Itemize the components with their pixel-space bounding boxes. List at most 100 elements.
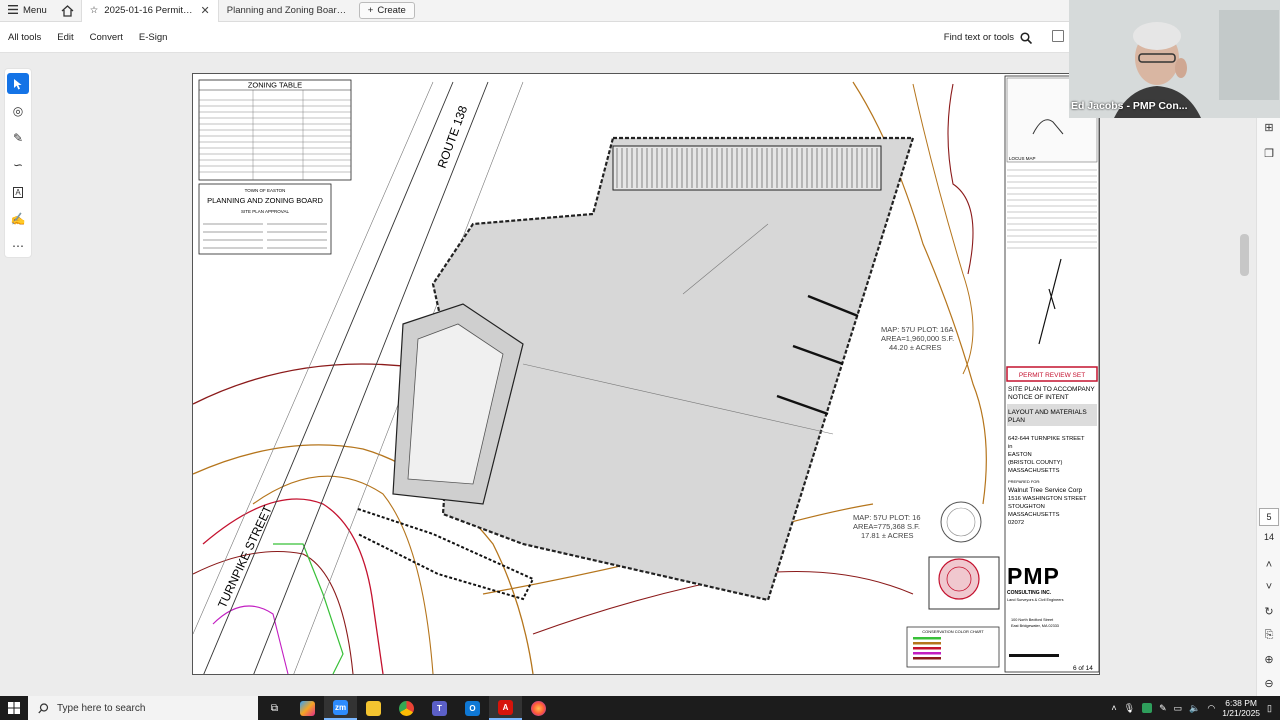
draw-tool-button[interactable]: ✎ — [7, 127, 29, 148]
task-view-button[interactable]: ⧉ — [258, 696, 291, 720]
folder-icon — [366, 700, 381, 716]
company-address1: 100 North Bedford Street — [1011, 618, 1054, 622]
home-button[interactable] — [55, 0, 81, 22]
chevron-down-icon[interactable]: ˅ — [1262, 580, 1276, 594]
find-label: Find text or tools — [943, 32, 1014, 43]
tab-bar: Menu ☆ 2025-01-16 Permit Revie... ✕ Plan… — [0, 0, 1070, 22]
file-explorer-app[interactable] — [357, 696, 390, 720]
search-icon — [1020, 31, 1032, 44]
select-tool-button[interactable] — [7, 73, 29, 95]
address-line4: (BRISTOL COUNTY) — [1008, 460, 1063, 466]
close-icon[interactable]: ✕ — [201, 4, 210, 17]
fill-sign-button[interactable]: ✍ — [7, 209, 29, 230]
taskbar-search[interactable]: Type here to search — [28, 696, 258, 720]
tab-permit-review[interactable]: ☆ 2025-01-16 Permit Revie... ✕ — [80, 0, 219, 22]
teams-icon: T — [432, 700, 447, 716]
plot-16-line2: AREA=775,368 S.F. — [853, 522, 920, 531]
board-title: PLANNING AND ZONING BOARD — [207, 196, 323, 205]
task-view-icon: ⧉ — [270, 702, 279, 714]
find-tools-button[interactable]: Find text or tools — [944, 22, 1032, 53]
participant-name: Ed Jacobs - PMP Con... — [1071, 100, 1188, 112]
sheet-number: 6 of 14 — [1073, 665, 1093, 672]
extract-icon[interactable]: ⎘ — [1262, 628, 1276, 642]
right-rail: ⊞ ❐ 5 14 ˄ ˅ ↻ ⎘ ⊕ ⊖ — [1256, 118, 1280, 696]
chrome-icon — [399, 700, 414, 716]
turnpike-label: TURNPIKE STREET — [215, 503, 275, 610]
wifi-icon[interactable]: ◠ — [1207, 703, 1215, 714]
firefox-app[interactable] — [522, 696, 555, 720]
all-tools-button[interactable]: All tools — [0, 32, 49, 43]
page-total: 14 — [1263, 532, 1274, 542]
company-address2: East Bridgewater, MA 02333 — [1011, 624, 1059, 628]
sheet-title-line1: LAYOUT AND MATERIALS — [1008, 409, 1087, 416]
lasso-tool-button[interactable]: ∽ — [7, 154, 29, 175]
pages-icon[interactable]: ❐ — [1262, 146, 1276, 160]
outlook-icon: O — [465, 700, 480, 716]
menu-button[interactable]: Menu — [0, 0, 55, 22]
menu-label: Menu — [23, 5, 47, 16]
copilot-icon — [300, 700, 315, 716]
tab-title: 2025-01-16 Permit Revie... — [104, 5, 194, 16]
conservation-chart-title: CONSERVATION COLOR CHART — [922, 629, 984, 634]
document-viewport[interactable]: ZONING TABLE TOWN OF EASTON PLANNING AND… — [0, 53, 1256, 696]
text-box-icon: A — [13, 186, 23, 198]
chevron-up-icon[interactable]: ˄ — [1111, 703, 1116, 713]
system-tray: ˄ 🎙 ✎ ▭ 🔈 ◠ 6:38 PM 1/21/2025 ▯ — [1111, 696, 1280, 720]
client-line5: 02072 — [1008, 520, 1024, 526]
locus-map-label: LOCUS MAP — [1009, 156, 1036, 161]
zoom-out-icon[interactable]: ⊖ — [1262, 676, 1276, 690]
company-tagline: Land Surveyors & Civil Engineers — [1007, 598, 1064, 602]
chrome-app[interactable] — [390, 696, 423, 720]
copilot-app[interactable] — [291, 696, 324, 720]
clock-time: 6:38 PM — [1225, 698, 1257, 708]
client-line1: Walnut Tree Service Corp — [1008, 487, 1083, 494]
zoom-app[interactable]: zm — [324, 696, 357, 720]
zoning-table-title: ZONING TABLE — [248, 81, 302, 90]
tab-planning-zoning[interactable]: Planning and Zoning Board Age... — [219, 0, 355, 22]
page-number-input[interactable]: 5 — [1259, 508, 1279, 526]
client-line4: MASSACHUSETTS — [1008, 512, 1060, 518]
edit-button[interactable]: Edit — [49, 32, 81, 43]
acrobat-icon: A — [498, 699, 513, 715]
teams-app[interactable]: T — [423, 696, 456, 720]
address-line1: 642-644 TURNPIKE STREET — [1008, 436, 1085, 442]
save-icon[interactable] — [1052, 30, 1064, 42]
more-tools-button[interactable]: ⋯ — [7, 236, 29, 257]
outlook-app[interactable]: O — [456, 696, 489, 720]
pen-tray-icon[interactable]: ✎ — [1159, 703, 1167, 714]
acrobat-app[interactable]: A — [489, 696, 522, 720]
network-icon[interactable]: ▭ — [1174, 703, 1183, 714]
address-line2: in — [1008, 444, 1013, 450]
microphone-icon[interactable]: 🎙 — [1124, 703, 1135, 714]
create-button[interactable]: + Create — [358, 2, 415, 19]
app-tray-icon[interactable] — [1142, 703, 1153, 713]
client-line2: 1516 WASHINGTON STREET — [1008, 496, 1087, 502]
clock[interactable]: 6:38 PM 1/21/2025 — [1222, 698, 1260, 718]
notification-icon[interactable]: ▯ — [1267, 703, 1272, 714]
clock-date: 1/21/2025 — [1222, 708, 1261, 718]
more-icon: ⋯ — [12, 239, 24, 254]
comment-tool-button[interactable]: ◎ — [7, 100, 29, 121]
rotate-icon[interactable]: ↻ — [1262, 604, 1276, 618]
e-sign-button[interactable]: E-Sign — [131, 32, 176, 43]
address-line3: EASTON — [1008, 452, 1032, 458]
bookmark-icon[interactable]: ⊞ — [1262, 120, 1276, 134]
plot-16-line3: 17.81 ± ACRES — [861, 531, 913, 540]
vertical-scrollbar[interactable] — [1240, 234, 1249, 276]
video-feed: Ed Jacobs - PMP Con... — [1069, 0, 1280, 118]
convert-button[interactable]: Convert — [82, 32, 131, 43]
board-town: TOWN OF EASTON — [245, 188, 286, 193]
star-icon[interactable]: ☆ — [90, 5, 99, 16]
zoom-icon: zm — [333, 699, 348, 715]
zoom-in-icon[interactable]: ⊕ — [1262, 652, 1276, 666]
start-button[interactable] — [0, 696, 28, 720]
sheet-title-line2: PLAN — [1008, 417, 1025, 424]
site-plan-drawing: ZONING TABLE TOWN OF EASTON PLANNING AND… — [193, 75, 1099, 674]
chevron-up-icon[interactable]: ˄ — [1262, 558, 1276, 572]
pen-icon: ✎ — [12, 130, 24, 145]
volume-icon[interactable]: 🔈 — [1189, 703, 1200, 714]
text-tool-button[interactable]: A — [7, 182, 29, 203]
taskbar: Type here to search ⧉ zm T O A ˄ 🎙 ✎ ▭ 🔈… — [0, 696, 1280, 720]
tool-rail: ◎ ✎ ∽ A ✍ ⋯ — [4, 68, 32, 258]
prepared-for-label: PREPARED FOR: — [1008, 479, 1040, 484]
